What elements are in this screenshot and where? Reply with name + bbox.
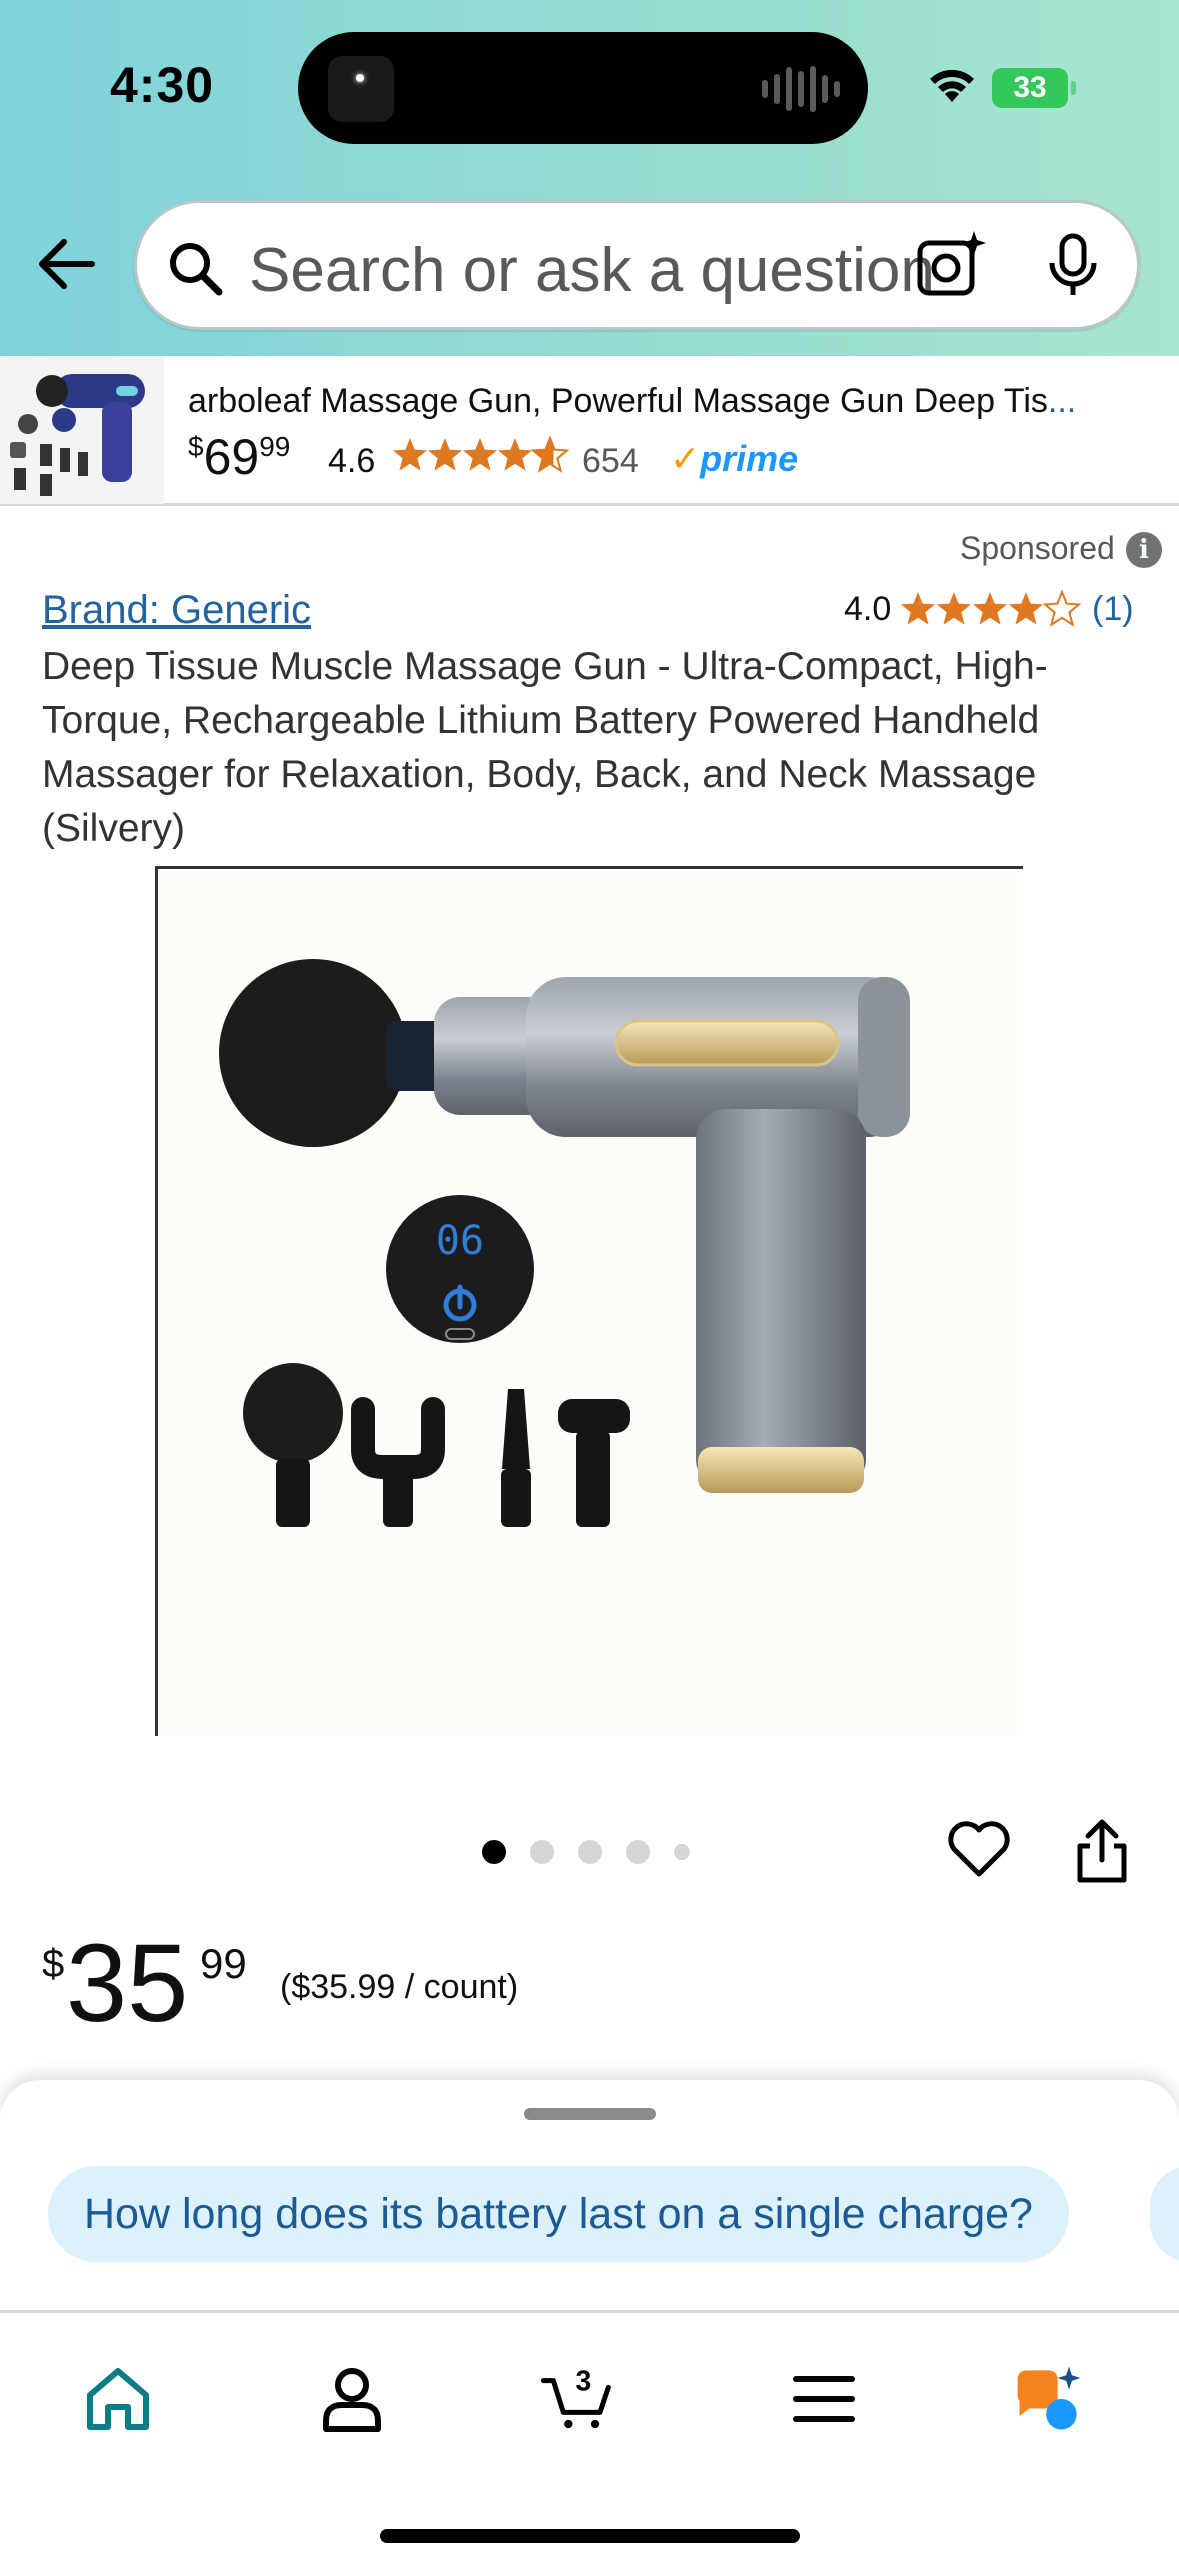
wifi-icon — [930, 69, 974, 102]
product-title: Deep Tissue Muscle Massage Gun - Ultra-C… — [42, 645, 1048, 850]
sponsored-review-count: 654 — [582, 442, 639, 480]
carousel-dot-4[interactable] — [626, 1840, 650, 1864]
sponsored-title-text: arboleaf Massage Gun, Powerful Massage G… — [188, 382, 1048, 420]
visual-search-icon[interactable] — [914, 229, 988, 301]
share-icon[interactable] — [1072, 1816, 1132, 1886]
cart-icon[interactable]: 3 — [540, 2359, 620, 2439]
audio-wave-icon — [762, 66, 840, 112]
display-readout: 06 — [436, 1218, 484, 1264]
product-image[interactable]: 06 — [155, 866, 1023, 1736]
product-review-count[interactable]: (1) — [1092, 590, 1134, 629]
info-icon[interactable]: i — [1126, 532, 1162, 568]
prime-badge: ✓prime — [670, 438, 799, 479]
sponsored-product-strip[interactable]: arboleaf Massage Gun, Powerful Massage G… — [0, 356, 1179, 506]
account-icon[interactable] — [312, 2359, 392, 2439]
brand-link[interactable]: Brand: Generic — [42, 588, 311, 633]
battery-indicator: 33 — [992, 68, 1076, 108]
price-whole: 69 — [203, 429, 260, 485]
rufus-bottom-sheet[interactable]: How long does its battery last on a sing… — [0, 2080, 1179, 2310]
sponsored-product-thumbnail — [0, 356, 164, 504]
status-time: 4:30 — [110, 57, 215, 113]
back-arrow-icon[interactable] — [34, 232, 98, 296]
rufus-icon[interactable] — [1010, 2359, 1090, 2439]
carousel-dot-5[interactable] — [674, 1844, 690, 1860]
sponsored-product-title[interactable]: arboleaf Massage Gun, Powerful Massage G… — [188, 382, 1148, 421]
sponsored-rating-value: 4.6 — [328, 442, 376, 480]
suggested-question-chip-next[interactable] — [1150, 2166, 1179, 2262]
battery-level: 33 — [1013, 71, 1047, 104]
sponsored-star-rating — [393, 437, 568, 472]
price-fraction: 99 — [259, 431, 291, 462]
image-carousel-dots[interactable] — [482, 1840, 690, 1864]
carousel-dot-3[interactable] — [578, 1840, 602, 1864]
product-rating-value: 4.0 — [844, 590, 892, 628]
product-star-rating[interactable] — [900, 590, 1084, 630]
price-whole: 35 — [66, 1922, 189, 2045]
app-header: 4:30 33 Search or ask a question — [0, 0, 1179, 356]
title-ellipsis: ... — [1047, 382, 1077, 420]
carousel-dot-1[interactable] — [482, 1840, 506, 1864]
unit-price: ($35.99 / count) — [280, 1968, 519, 2006]
camera-icon — [328, 56, 394, 122]
search-bar[interactable]: Search or ask a question — [134, 200, 1140, 330]
sponsored-product-price: $6999 — [188, 428, 290, 486]
bottom-tab-bar: 3 — [0, 2310, 1179, 2556]
heart-icon[interactable] — [946, 1818, 1012, 1880]
microphone-icon[interactable] — [1043, 233, 1103, 299]
sponsored-label: Sponsored — [960, 530, 1115, 566]
dynamic-island — [298, 32, 868, 144]
home-icon[interactable] — [78, 2359, 158, 2439]
carousel-dot-2[interactable] — [530, 1840, 554, 1864]
search-input[interactable]: Search or ask a question — [249, 235, 949, 306]
cart-count: 3 — [575, 2366, 591, 2398]
home-indicator — [380, 2529, 800, 2543]
price-currency: $ — [188, 431, 204, 462]
sheet-grabber[interactable] — [524, 2108, 656, 2120]
prime-label: prime — [700, 438, 799, 479]
price-fraction: 99 — [200, 1940, 247, 1987]
massage-gun-illustration: 06 — [219, 959, 910, 1527]
search-icon — [170, 243, 223, 296]
price-currency: $ — [42, 1942, 65, 1986]
menu-icon[interactable] — [784, 2359, 864, 2439]
suggested-question-chip[interactable]: How long does its battery last on a sing… — [48, 2166, 1069, 2262]
